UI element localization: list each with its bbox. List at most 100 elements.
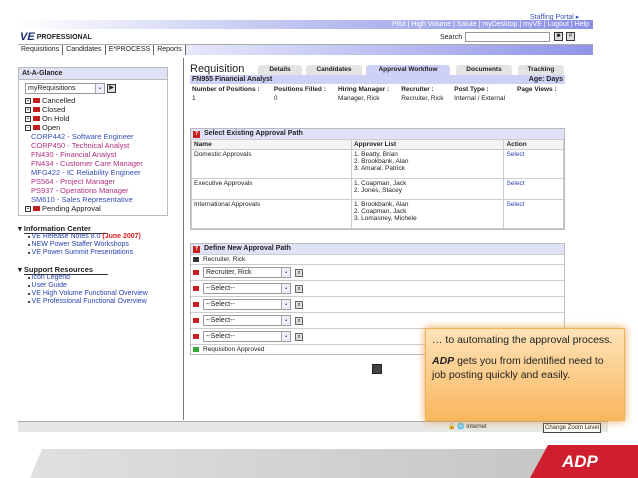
lookup-icon[interactable]: ⌕ [295,284,303,293]
tab-candidates[interactable]: Candidates [306,65,362,75]
dropdown-value: myRequisitions [28,85,76,92]
page-title: Requisition [190,63,245,75]
existing-approval-panel: ? Select Existing Approval Path Name Appro… [190,128,565,230]
info-value: Internal / External [454,95,506,102]
info-value: Manager, Rick [337,95,380,102]
req-link[interactable]: CORP450 - Technical Analyst [25,141,164,150]
path-name: Domestic Approvals [191,149,352,179]
folder-pending-approval[interactable]: + Pending Approval [25,204,164,213]
approver-select[interactable]: --Select-- ⌄ [203,283,291,294]
tab-tracking[interactable]: Tracking [518,65,564,75]
approver: 1. Coapman, Jack [353,180,407,187]
collapse-icon: − [25,124,31,131]
req-link[interactable]: PS564 - Project Manager [25,177,164,186]
support-link[interactable]: Icon Legend [18,274,183,282]
select-value: Recruiter, Rick [206,269,252,276]
select-link[interactable]: Select [506,201,524,208]
req-link[interactable]: FN434 - Customer Care Manager [25,159,164,168]
logo: VE PROFESSIONAL [20,31,92,43]
lookup-icon[interactable]: ⌕ [295,300,303,309]
remove-icon[interactable] [193,318,199,323]
remove-icon[interactable] [193,286,199,291]
callout-box: … to automating the approval process. AD… [425,328,625,421]
remove-icon[interactable] [193,302,199,307]
callout-text: gets you from identified need to job pos… [432,355,604,381]
info-link[interactable]: NEW Power Staffer Workshops [18,241,183,249]
change-zoom-button[interactable]: Change Zoom Level [543,423,602,433]
callout-text: … to automating the approval process. [432,334,613,346]
help-icon[interactable]: ? [193,245,200,253]
folder-icon [33,98,40,103]
open-folder-icon [33,125,40,130]
chevron-down-icon: ⌄ [95,84,104,93]
approver: 3. Lomasney, Michele [353,215,417,222]
top-links[interactable]: Pilot | High Volume | Salute | myDesktop… [18,20,593,29]
support-link[interactable]: User Guide [18,282,183,290]
tab-details[interactable]: Details [258,65,302,75]
chevron-down-icon: ⌄ [281,316,290,325]
release-date: (June 2007) [102,233,141,240]
tab-documents[interactable]: Documents [456,65,512,75]
start-icon [193,257,199,262]
req-link[interactable]: SM610 - Sales Representative [25,195,164,204]
col-header: Action [503,139,564,150]
folder-on-hold[interactable]: + On Hold [25,114,164,123]
remove-icon[interactable] [193,334,199,339]
req-link[interactable]: PS937 - Operations Manager [25,186,164,195]
select-link[interactable]: Select [506,180,524,187]
req-link[interactable]: FN430 - Financial Analyst [25,150,164,159]
browser-status-bar: 🔒 🌐 Internet Change Zoom Level [18,421,608,433]
remove-icon[interactable] [193,270,199,275]
logo-mark: VE [20,31,35,43]
main-nav: Requisitions Candidates E*PROCESS Report… [18,44,593,55]
job-title: FN955 Financial Analyst [192,76,273,83]
nav-eprocess[interactable]: E*PROCESS [105,45,155,55]
info-value: 0 [273,95,278,102]
req-link[interactable]: MFG422 - IC Reliability Engineer [25,168,164,177]
hash-icon[interactable]: # [566,32,575,41]
approver-row: --Select-- ⌄ ⌕ [191,280,564,296]
approver-select[interactable]: --Select-- ⌄ [203,299,291,310]
chevron-down-icon: ⌄ [281,300,290,309]
approver-select[interactable]: Recruiter, Rick ⌄ [203,267,291,278]
support-link[interactable]: VE High Volume Functional Overview [18,290,183,298]
approver: 3. Amaral, Patrick [353,165,405,172]
folder-cancelled[interactable]: + Cancelled [25,96,164,105]
info-link[interactable]: VE Power Summit Presentations [18,249,183,257]
help-icon[interactable]: ? [193,130,200,138]
nav-candidates[interactable]: Candidates [63,45,106,55]
zone-label: Internet [466,424,487,430]
logo-text: PROFESSIONAL [36,33,92,41]
lookup-icon[interactable]: ⌕ [295,316,303,325]
req-link[interactable]: CORP442 - Software Engineer [25,132,164,141]
lookup-icon[interactable]: ⌕ [295,268,303,277]
folder-icon [33,116,40,121]
folder-open[interactable]: − Open [25,123,164,132]
nav-reports[interactable]: Reports [154,45,186,55]
support-resources-heading[interactable]: ▾ Support Resources [18,265,183,275]
lookup-icon[interactable]: ⌕ [295,332,303,341]
approver-select[interactable]: --Select-- ⌄ [203,315,291,326]
tab-approval-workflow[interactable]: Approval Workflow [366,65,450,75]
nav-requisitions[interactable]: Requisitions [18,45,64,55]
requisitions-dropdown[interactable]: myRequisitions ⌄ [25,83,105,94]
folder-label: Closed [42,105,66,114]
info-value [515,94,565,103]
person-icon[interactable]: ☻ [554,32,563,41]
support-link[interactable]: VE Professional Functional Overview [18,298,183,306]
pane-divider[interactable] [183,58,184,420]
save-icon[interactable] [372,364,382,374]
info-header: Hiring Manager : [337,86,390,93]
folder-closed[interactable]: + Closed [25,105,164,114]
at-a-glance-title: At-A-Glance [19,68,167,80]
search-input[interactable] [465,32,550,42]
select-link[interactable]: Select [506,151,524,158]
select-value: --Select-- [206,301,235,308]
approver: 2. Brookbank, Alan [353,158,409,165]
go-arrow-icon[interactable]: ▶ [107,84,116,93]
info-link[interactable]: VE Release Notes 8.0 (June 2007) [18,233,183,241]
table-row: Executive Approvals 1. Coapman, Jack 2. Jo… [191,178,564,200]
internet-zone: 🔒 🌐 Internet [448,424,487,430]
approver-select[interactable]: --Select-- ⌄ [203,331,291,342]
information-center-heading[interactable]: ▾ Information Center [18,224,183,234]
